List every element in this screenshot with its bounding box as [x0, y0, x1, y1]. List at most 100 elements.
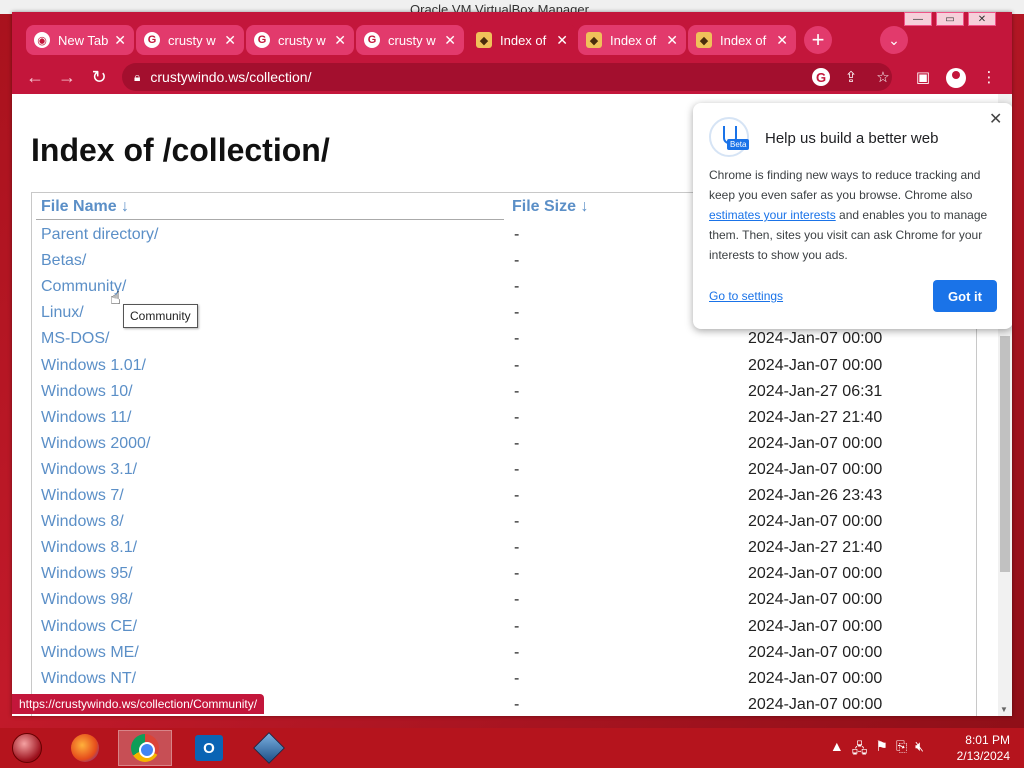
- file-name-link[interactable]: Windows 10/: [41, 383, 133, 401]
- taskbar-virtualbox[interactable]: [242, 730, 296, 766]
- site-favicon-icon: ◆: [586, 32, 602, 48]
- tab-crusty-1[interactable]: G crusty w ✕: [136, 25, 244, 55]
- modified-date-cell: 2024-Jan-26 23:43: [748, 487, 883, 504]
- hand-cursor-icon: ☝: [110, 288, 121, 308]
- modified-date-cell: 2024-Jan-27 21:40: [748, 408, 883, 426]
- devices-icon[interactable]: ⎘: [896, 738, 907, 762]
- back-button[interactable]: ←: [24, 66, 46, 88]
- link-tooltip: Community: [123, 304, 198, 328]
- maximize-button[interactable]: ▭: [936, 12, 964, 26]
- file-name-link[interactable]: Windows CE/: [41, 618, 137, 636]
- file-name-link[interactable]: Windows 8/: [41, 513, 124, 531]
- address-bar[interactable]: 🔒︎ crustywindo.ws/collection/: [122, 63, 892, 91]
- file-name-link[interactable]: Parent directory/: [41, 226, 158, 244]
- file-name-link[interactable]: Windows 11/: [41, 409, 131, 427]
- close-icon[interactable]: ✕: [334, 32, 346, 49]
- tab-index-active[interactable]: ◆ Index of ✕: [468, 24, 576, 56]
- table-row: Windows 8/ - 2024-Jan-07 00:00: [12, 513, 972, 539]
- chrome-icon: [131, 734, 159, 762]
- start-button[interactable]: [0, 730, 54, 766]
- file-name-link[interactable]: Linux/: [41, 304, 84, 322]
- action-center-flag-icon[interactable]: ⚑: [875, 738, 888, 762]
- scrollbar-thumb[interactable]: [1000, 336, 1010, 572]
- new-tab-button[interactable]: +: [804, 26, 832, 54]
- close-icon[interactable]: ✕: [776, 32, 788, 49]
- taskbar-firefox[interactable]: [58, 730, 112, 766]
- file-size-cell: -: [514, 226, 520, 243]
- table-row: Windows 95/ - 2024-Jan-07 00:00: [12, 565, 972, 591]
- flask-icon: Beta: [709, 117, 750, 157]
- taskbar-chrome[interactable]: [118, 730, 172, 766]
- go-to-settings-link[interactable]: Go to settings: [709, 289, 783, 303]
- side-panel-icon[interactable]: ▣: [912, 66, 934, 88]
- file-size-cell: -: [514, 617, 520, 635]
- taskbar-clock[interactable]: 8:01 PM 2/13/2024: [957, 732, 1010, 764]
- file-size-cell: -: [514, 304, 520, 322]
- close-icon[interactable]: ✕: [556, 32, 568, 49]
- header-divider: [36, 219, 504, 220]
- site-favicon-icon: ◆: [696, 32, 712, 48]
- scroll-down-arrow-icon[interactable]: ▼: [1000, 705, 1008, 714]
- tab-search-button[interactable]: ⌄: [880, 26, 908, 54]
- file-size-cell: -: [514, 695, 520, 713]
- chrome-window: ◉ New Tab ✕ G crusty w ✕ G crusty w ✕ G …: [12, 12, 1012, 716]
- minimize-button[interactable]: —: [904, 12, 932, 26]
- tab-label: Index of: [720, 32, 767, 48]
- tab-index-2[interactable]: ◆ Index of ✕: [578, 25, 686, 55]
- taskbar-outlook[interactable]: O: [182, 730, 236, 766]
- file-size-cell: -: [514, 565, 520, 583]
- tab-crusty-2[interactable]: G crusty w ✕: [246, 25, 354, 55]
- reload-button[interactable]: ↻: [88, 66, 110, 88]
- close-icon[interactable]: ✕: [666, 32, 678, 49]
- menu-kebab-icon[interactable]: ⋮: [978, 66, 1000, 88]
- file-name-link[interactable]: Windows ME/: [41, 644, 139, 662]
- table-row: MS-DOS/ - 2024-Jan-07 00:00: [12, 330, 972, 356]
- column-header-file-size[interactable]: File Size ↓: [512, 198, 588, 216]
- tab-new-tab[interactable]: ◉ New Tab ✕: [26, 25, 134, 55]
- file-name-link[interactable]: MS-DOS/: [41, 330, 109, 348]
- table-row: Windows 7/ - 2024-Jan-26 23:43: [12, 487, 972, 513]
- modified-date-cell: 2024-Jan-07 00:00: [748, 669, 883, 687]
- file-name-link[interactable]: Windows 3.1/: [41, 461, 137, 479]
- popup-body-text: Chrome is finding new ways to reduce tra…: [709, 168, 981, 202]
- file-name-link[interactable]: Windows 8.1/: [41, 539, 137, 557]
- file-name-link[interactable]: Windows 2000/: [41, 435, 150, 453]
- volume-muted-icon[interactable]: 🔇︎: [915, 738, 924, 762]
- close-window-button[interactable]: ✕: [968, 12, 996, 26]
- file-size-cell: -: [514, 252, 520, 270]
- tab-label: Index of: [500, 32, 547, 48]
- show-hidden-icons-icon[interactable]: ▲: [830, 738, 844, 762]
- firefox-icon: [71, 734, 99, 762]
- network-icon[interactable]: 🖧︎: [852, 738, 868, 762]
- close-icon[interactable]: ✕: [444, 32, 456, 49]
- tab-crusty-3[interactable]: G crusty w ✕: [356, 25, 464, 55]
- tab-index-3[interactable]: ◆ Index of ✕: [688, 25, 796, 55]
- start-orb-icon: [12, 733, 42, 763]
- estimates-interests-link[interactable]: estimates your interests: [709, 208, 836, 222]
- google-lens-icon[interactable]: G: [812, 68, 830, 86]
- outlook-icon: O: [195, 735, 223, 761]
- forward-button[interactable]: →: [56, 66, 78, 88]
- got-it-button[interactable]: Got it: [933, 280, 997, 312]
- close-icon[interactable]: ✕: [224, 32, 236, 49]
- file-name-link[interactable]: Windows 7/: [41, 487, 124, 505]
- file-name-link[interactable]: Windows 1.01/: [41, 357, 146, 375]
- column-header-file-name[interactable]: File Name ↓: [41, 198, 129, 216]
- site-favicon-icon: ◆: [476, 32, 492, 48]
- file-name-link[interactable]: Windows NT/: [41, 670, 136, 688]
- file-size-cell: -: [514, 278, 520, 296]
- file-size-cell: -: [514, 513, 520, 531]
- file-name-link[interactable]: Betas/: [41, 252, 86, 270]
- popup-close-button[interactable]: ✕: [989, 109, 1002, 129]
- table-row: Windows NT/ - 2024-Jan-07 00:00: [12, 670, 972, 696]
- modified-date-cell: 2024-Jan-27 06:31: [748, 382, 883, 400]
- profile-avatar[interactable]: [946, 68, 966, 88]
- close-icon[interactable]: ✕: [114, 32, 126, 49]
- bookmark-star-icon[interactable]: ☆: [872, 66, 894, 88]
- tab-label: crusty w: [388, 32, 436, 48]
- file-name-link[interactable]: Windows 95/: [41, 565, 133, 583]
- file-size-cell: -: [514, 356, 520, 374]
- file-name-link[interactable]: Windows 98/: [41, 591, 133, 609]
- share-icon[interactable]: ⇪: [840, 66, 862, 88]
- page-title: Index of /collection/: [31, 132, 330, 168]
